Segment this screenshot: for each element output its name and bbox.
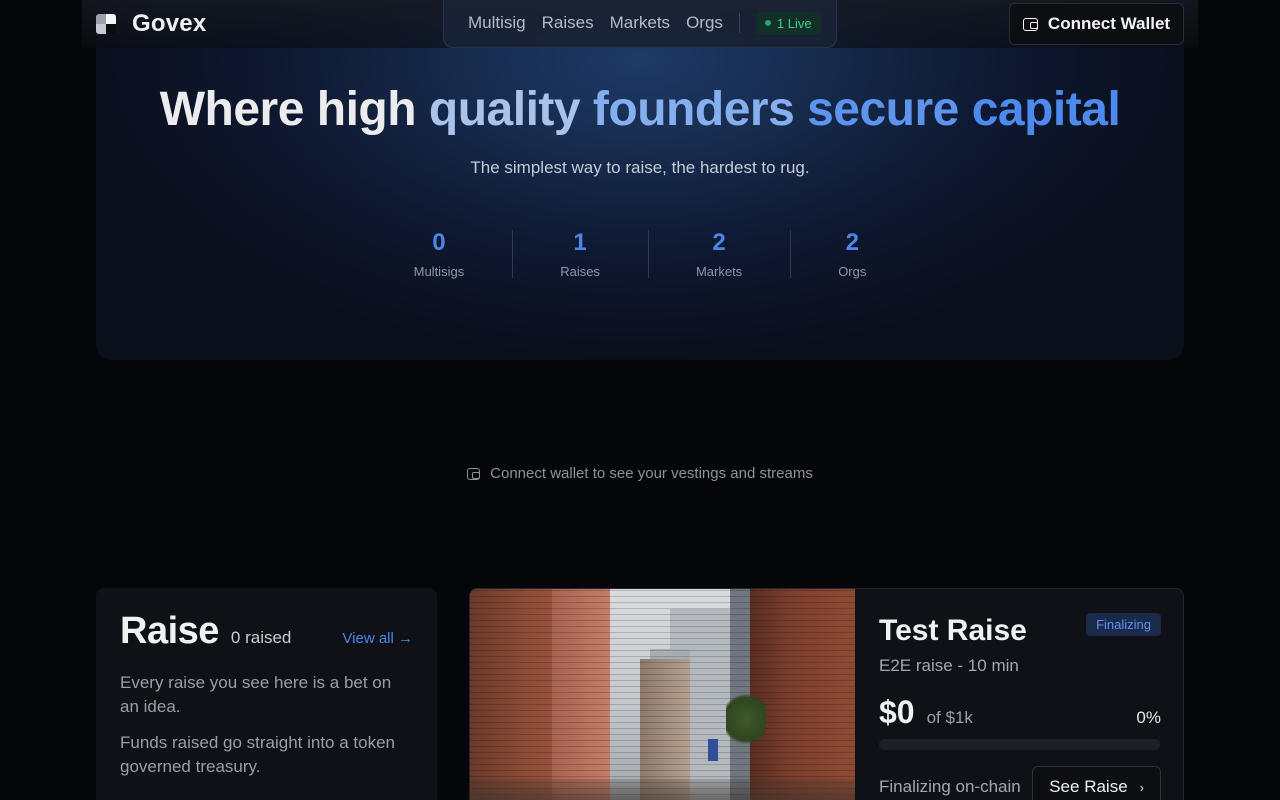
hero-title-part: Where high	[159, 83, 429, 136]
stat-value: 1	[573, 229, 587, 256]
top-header: Govex Multisig Raises Markets Orgs 1 Liv…	[0, 0, 1280, 48]
chevron-right-icon: ›	[1139, 779, 1144, 795]
hero-title: Where high quality founders secure capit…	[96, 82, 1184, 137]
main-nav: Multisig Raises Markets Orgs 1 Live	[443, 0, 837, 48]
raise-header: Raise 0 raised View all →	[120, 610, 413, 653]
see-raise-label: See Raise	[1049, 777, 1128, 796]
raise-section-title: Raise	[120, 610, 219, 652]
wallet-icon	[1022, 17, 1038, 31]
raise-goal: of $1k	[926, 708, 973, 727]
raise-card[interactable]: Finalizing Test Raise E2E raise - 10 min…	[469, 588, 1184, 800]
live-badge[interactable]: 1 Live	[755, 11, 821, 35]
raise-description: Every raise you see here is a bet on an …	[120, 673, 392, 716]
stat-label: Raises	[560, 264, 600, 279]
brand-name: Govex	[132, 10, 207, 37]
stat-label: Markets	[695, 264, 743, 279]
footer-status: Finalizing on-chain	[879, 777, 1021, 796]
hero-title-part: capital	[971, 83, 1121, 136]
hero-section: Where high quality founders secure capit…	[96, 0, 1184, 360]
nav-divider	[738, 13, 740, 33]
wallet-icon	[467, 467, 481, 480]
nav-item-raises[interactable]: Raises	[542, 13, 594, 33]
hero-title-part: secure	[807, 83, 972, 136]
raise-description: Funds raised go straight into a token go…	[120, 733, 395, 776]
live-badge-label: 1 Live	[776, 15, 812, 31]
nav-item-markets[interactable]: Markets	[610, 13, 670, 33]
wallet-prompt: Connect wallet to see your vestings and …	[0, 465, 1280, 482]
raised-amount: $0	[879, 694, 915, 730]
see-raise-button[interactable]: See Raise ›	[1032, 766, 1161, 800]
govex-logo-icon	[96, 14, 116, 34]
status-badge: Finalizing	[1086, 613, 1161, 636]
live-dot-icon	[764, 20, 771, 26]
wallet-prompt-text: Connect wallet to see your vestings and …	[490, 465, 813, 482]
raise-info-card: Raise 0 raised View all → Every raise yo…	[96, 588, 437, 800]
raise-cover-image	[470, 589, 855, 800]
stat-value: 2	[712, 229, 726, 256]
brand-home-link[interactable]: Govex	[96, 10, 206, 38]
hero-title-part: quality	[428, 83, 593, 136]
raise-subtitle: E2E raise - 10 min	[879, 656, 1019, 675]
connect-wallet-label: Connect Wallet	[1047, 14, 1171, 33]
hero-subtitle: The simplest way to raise, the hardest t…	[470, 158, 810, 177]
stat-multisigs: 0 Multisigs	[366, 226, 513, 279]
connect-wallet-button[interactable]: Connect Wallet	[1009, 3, 1184, 45]
stat-value: 0	[432, 229, 446, 256]
view-all-link[interactable]: View all →	[342, 630, 413, 647]
raise-card-footer: Finalizing on-chain See Raise ›	[879, 766, 1161, 800]
stat-value: 2	[845, 229, 859, 256]
raise-percent: 0%	[1136, 708, 1161, 727]
raise-card-body: Finalizing Test Raise E2E raise - 10 min…	[855, 589, 1183, 800]
raise-progress-bar	[879, 739, 1160, 750]
stat-label: Orgs	[838, 264, 867, 279]
stats-row: 0 Multisigs 1 Raises 2 Markets 2 Orgs	[96, 226, 1184, 279]
stat-markets: 2 Markets	[647, 226, 790, 279]
stat-label: Multisigs	[413, 264, 465, 279]
amount-row: $0 of $1k 0%	[879, 694, 1161, 731]
stat-orgs: 2 Orgs	[790, 226, 914, 279]
raise-total-raised: 0 raised	[230, 628, 292, 647]
stat-raises: 1 Raises	[512, 226, 648, 279]
hero-title-part: founders	[592, 83, 808, 136]
nav-item-orgs[interactable]: Orgs	[686, 13, 723, 33]
nav-item-multisig[interactable]: Multisig	[468, 13, 526, 33]
